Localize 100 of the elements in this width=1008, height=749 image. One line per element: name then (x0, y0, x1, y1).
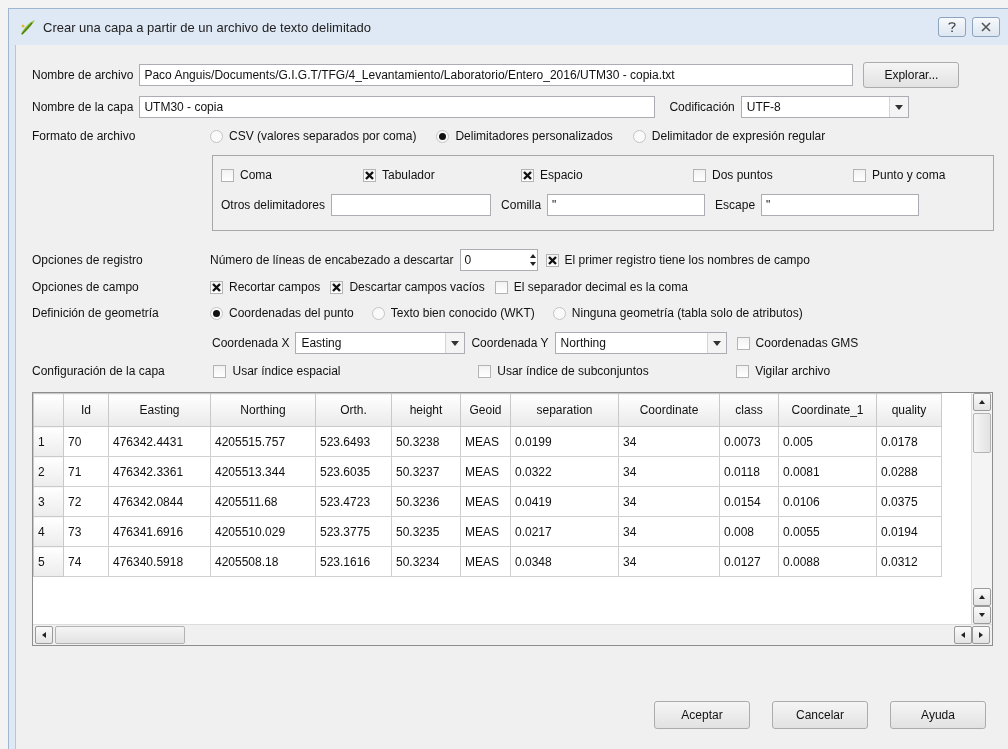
column-header[interactable]: height (391, 393, 461, 427)
table-cell: 0.0348 (510, 546, 619, 577)
radio-label: Delimitadores personalizados (455, 129, 613, 143)
checkbox[interactable] (221, 168, 234, 182)
table-cell: 74 (63, 546, 109, 577)
table-cell: 476341.6916 (108, 516, 211, 547)
row-header[interactable]: 3 (33, 486, 64, 517)
column-header[interactable]: class (719, 393, 779, 427)
dropdown[interactable]: Northing (554, 332, 727, 354)
input-field[interactable] (331, 194, 492, 216)
table-cell: 0.0194 (876, 516, 942, 547)
checkbox[interactable] (330, 280, 344, 294)
radio-label: CSV (valores separados por coma) (229, 129, 417, 143)
scroll-left-button[interactable] (954, 626, 972, 644)
table-cell: 476342.3361 (108, 456, 211, 487)
table-cell: 4205513.344 (210, 456, 316, 487)
input-field[interactable]: " (761, 194, 920, 216)
vertical-scrollbar[interactable] (971, 393, 992, 624)
column-header[interactable]: separation (510, 393, 619, 427)
table-cell: 50.3236 (391, 486, 461, 517)
help-icon (947, 21, 957, 33)
spin-box[interactable]: 0 (459, 249, 538, 271)
field-label: Codificación (669, 100, 735, 114)
table-cell: 50.3237 (391, 456, 461, 487)
scroll-right-button[interactable] (972, 626, 990, 644)
checkbox[interactable] (363, 168, 376, 182)
checkbox-label: Vigilar archivo (755, 364, 831, 378)
checkbox[interactable] (478, 364, 492, 378)
scroll-thumb[interactable] (973, 413, 991, 453)
column-header[interactable]: Coordinate_1 (778, 393, 877, 427)
scroll-down-button[interactable] (973, 606, 991, 624)
radio-label: Coordenadas del punto (229, 306, 354, 320)
radio-label: Ninguna geometría (tabla solo de atributos) (571, 306, 803, 320)
table-cell: 34 (618, 486, 720, 517)
row-header[interactable]: 4 (33, 516, 64, 547)
checkbox-label: El separador decimal es la coma (513, 280, 688, 294)
checkbox[interactable] (693, 168, 706, 182)
arrow-left-icon (40, 631, 48, 639)
horizontal-scrollbar[interactable] (33, 624, 992, 645)
dropdown-arrow-icon (894, 104, 903, 110)
checkbox-label: Tabulador (382, 168, 435, 182)
browse-button[interactable]: Explorar... (863, 62, 960, 88)
checkbox[interactable] (736, 364, 750, 378)
table-cell: 4205515.757 (210, 426, 316, 457)
column-header[interactable]: Easting (108, 393, 211, 427)
input-field[interactable]: Paco Anguis/Documents/G.I.G.T/TFG/4_Levantamiento/Laboratorio/Entero_2016/UTM30 - copia.txt (139, 64, 854, 86)
column-header[interactable]: Northing (210, 393, 316, 427)
checkbox[interactable] (545, 253, 559, 267)
scroll-up-button[interactable] (973, 588, 991, 606)
checkbox[interactable] (494, 280, 508, 294)
input-field[interactable]: UTM30 - copia (139, 96, 656, 118)
radio-button[interactable] (210, 129, 223, 143)
checkbox[interactable] (213, 364, 227, 378)
row-header[interactable]: 1 (33, 426, 64, 457)
column-header[interactable]: Coordinate (618, 393, 720, 427)
row-header[interactable]: 5 (33, 546, 64, 577)
scroll-up-button[interactable] (973, 393, 991, 411)
close-button[interactable] (972, 17, 1000, 37)
radio-button[interactable] (210, 306, 223, 320)
table-cell: MEAS (460, 486, 511, 517)
checkbox[interactable] (521, 168, 534, 182)
table-cell: 0.0199 (510, 426, 619, 457)
table-cell: 0.0073 (719, 426, 779, 457)
table-cell: 34 (618, 456, 720, 487)
dropdown[interactable]: Easting (295, 332, 466, 354)
table-cell: 0.0118 (719, 456, 779, 487)
table-cell: 0.0088 (778, 546, 877, 577)
table-cell: 523.6493 (315, 426, 392, 457)
checkbox-label: Usar índice de subconjuntos (497, 364, 649, 378)
checkbox[interactable] (853, 168, 866, 182)
table-cell: MEAS (460, 546, 511, 577)
column-header[interactable]: quality (876, 393, 942, 427)
checkbox[interactable] (210, 280, 223, 294)
arrow-up-icon (978, 398, 986, 406)
radio-button[interactable] (552, 306, 566, 320)
dropdown-arrow-icon (451, 340, 460, 346)
checkbox-label: Coma (240, 168, 272, 182)
radio-label: Texto bien conocido (WKT) (390, 306, 535, 320)
radio-button[interactable] (436, 129, 450, 143)
dialog-button[interactable]: Cancelar (772, 701, 868, 729)
checkbox-label: Usar índice espacial (232, 364, 341, 378)
arrow-up-icon (978, 593, 986, 601)
table-cell: 4205508.18 (210, 546, 316, 577)
dialog-button[interactable]: Ayuda (890, 701, 986, 729)
radio-button[interactable] (632, 129, 646, 143)
row-header[interactable]: 2 (33, 456, 64, 487)
help-button[interactable] (938, 17, 966, 37)
scroll-left-button[interactable] (35, 626, 53, 644)
table-cell: 50.3235 (391, 516, 461, 547)
column-header[interactable]: Geoid (460, 393, 511, 427)
column-header[interactable]: Orth. (315, 393, 392, 427)
input-field[interactable]: " (547, 194, 706, 216)
scroll-thumb[interactable] (55, 626, 185, 644)
radio-button[interactable] (371, 306, 385, 320)
dropdown[interactable]: UTF-8 (740, 96, 909, 118)
table-cell: 0.0288 (876, 456, 942, 487)
dialog-button[interactable]: Aceptar (654, 701, 750, 729)
column-header[interactable]: Id (63, 393, 109, 427)
table-cell: 0.0154 (719, 486, 779, 517)
checkbox[interactable] (736, 336, 750, 350)
